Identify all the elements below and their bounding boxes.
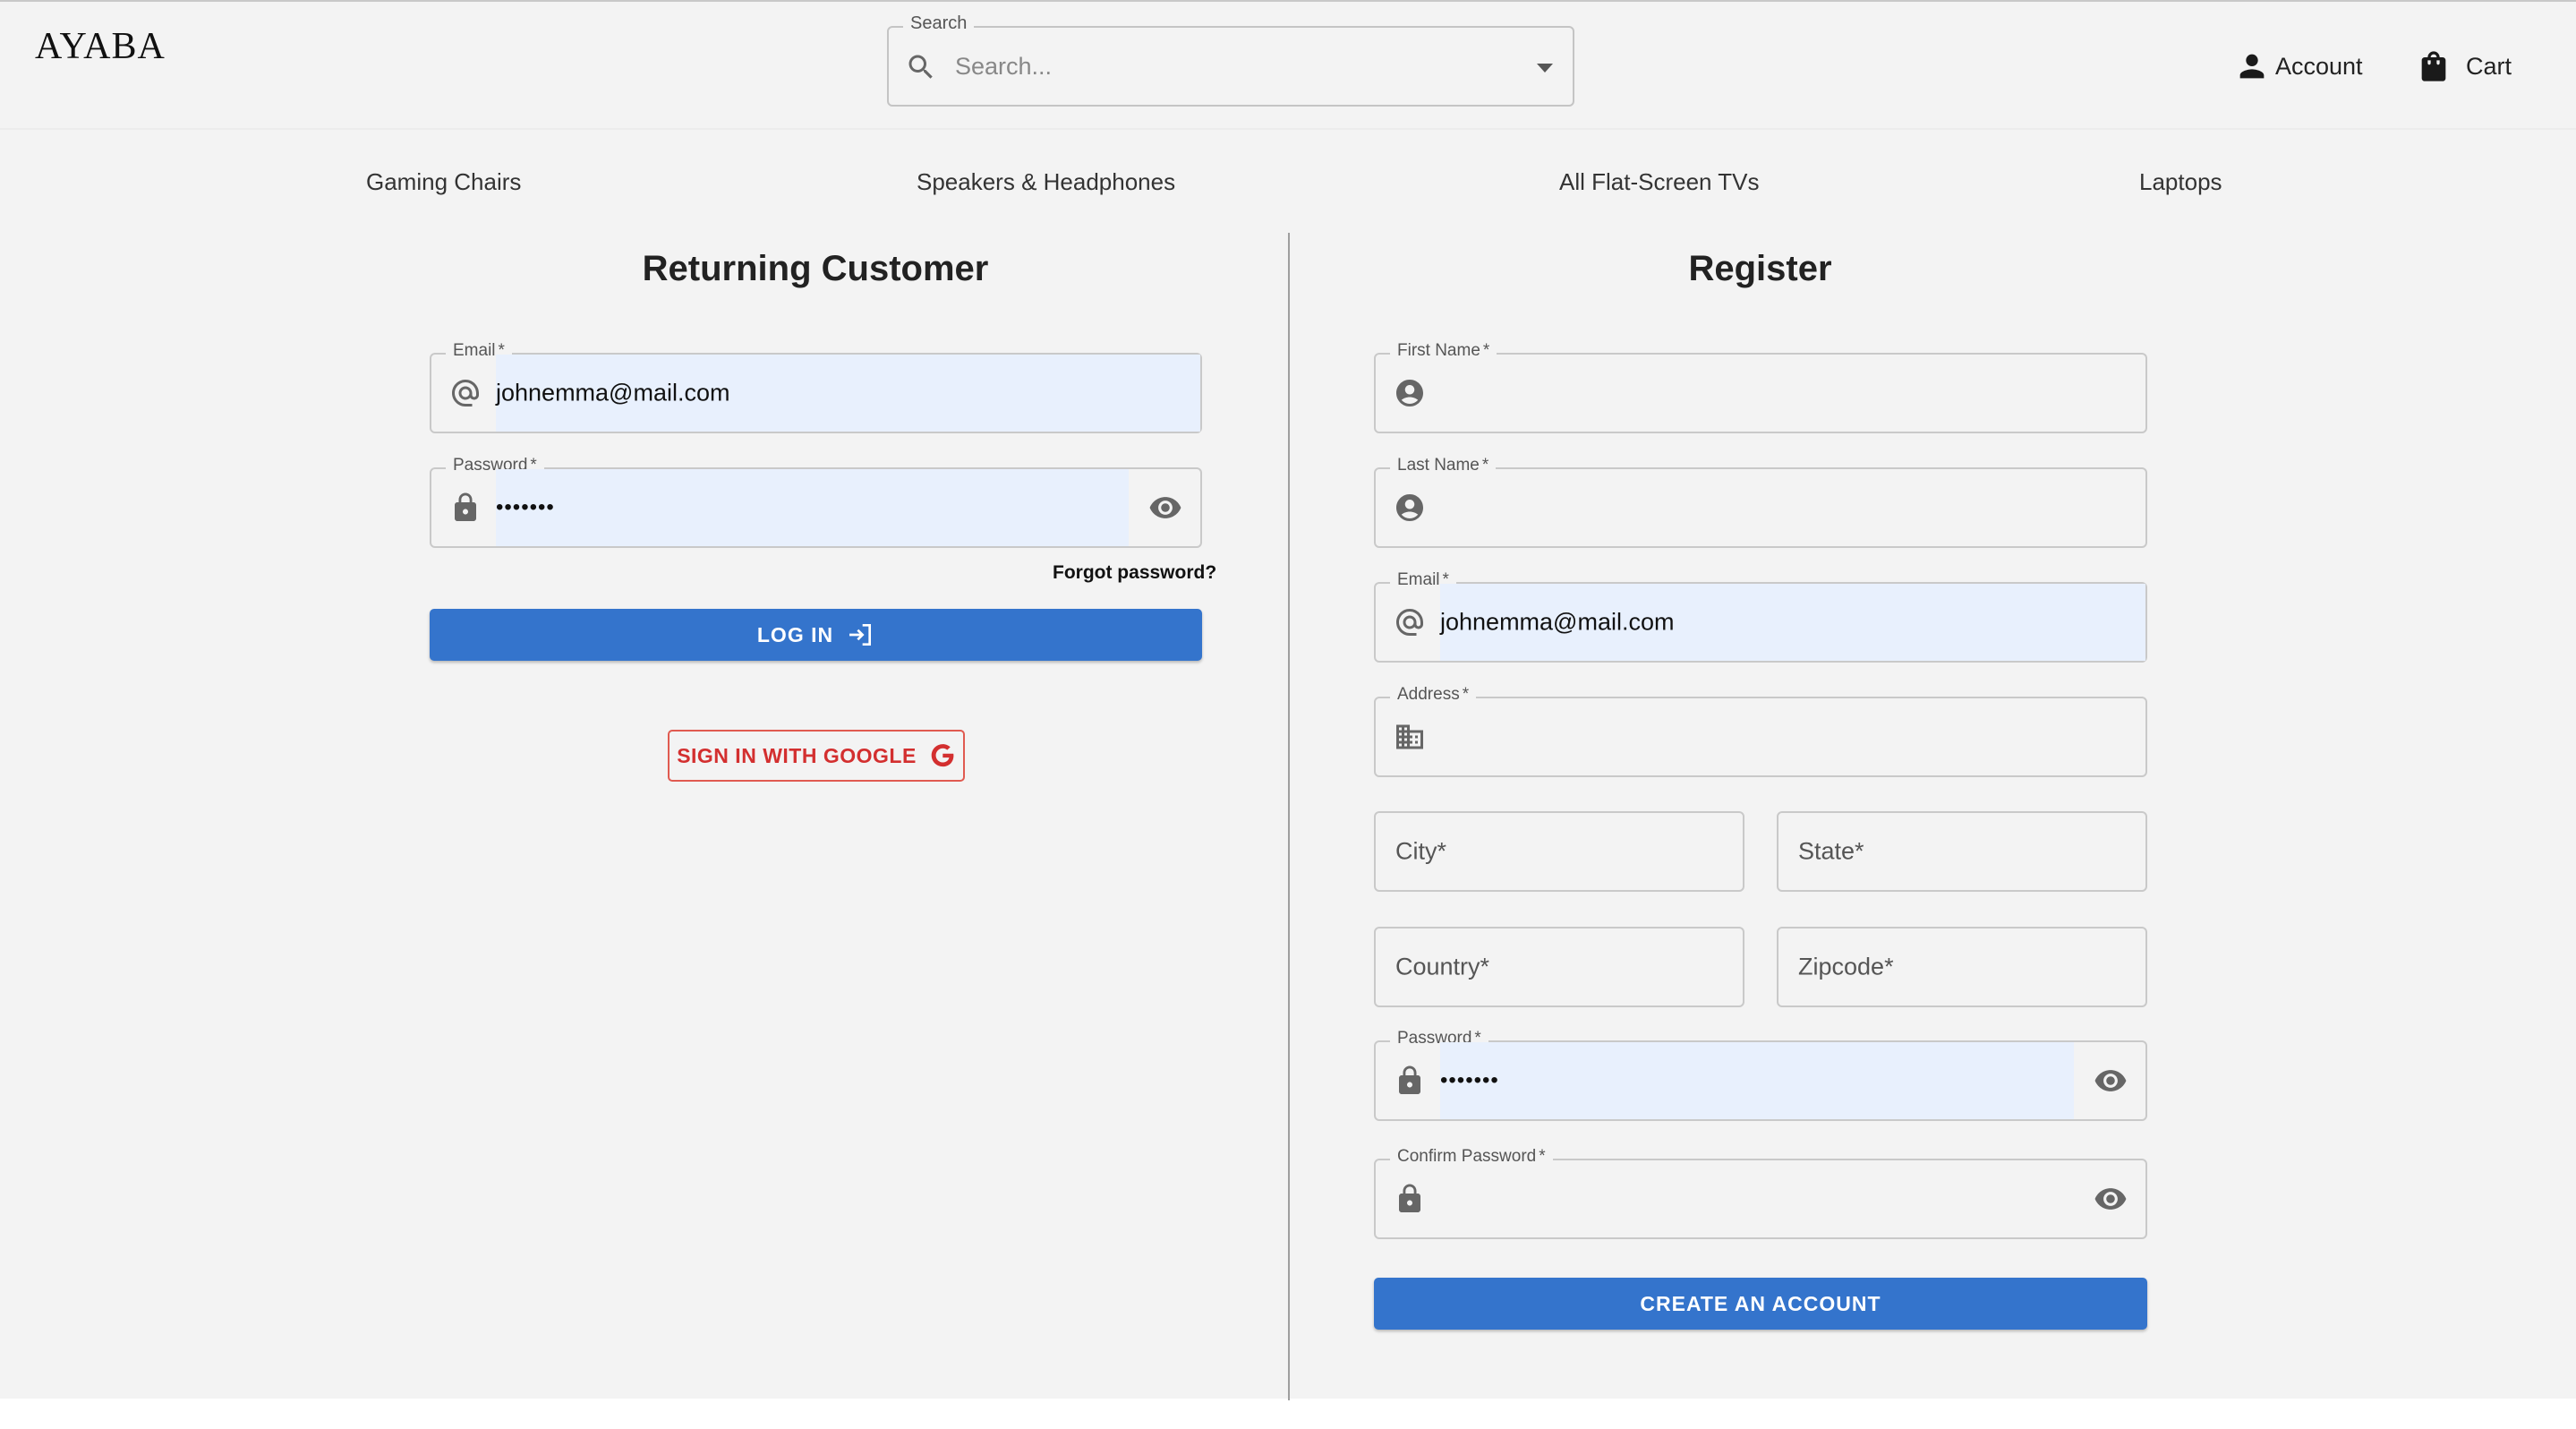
city-field[interactable]: City* xyxy=(1374,811,1744,892)
search-legend: Search xyxy=(903,13,975,34)
cart-label: Cart xyxy=(2466,52,2512,80)
zipcode-field[interactable]: Zipcode* xyxy=(1777,927,2147,1007)
create-account-button[interactable]: CREATE AN ACCOUNT xyxy=(1374,1278,2147,1330)
register-email-value: johnemma@mail.com xyxy=(1440,608,1675,636)
account-circle-icon xyxy=(1396,380,1423,406)
state-label: State* xyxy=(1798,837,1864,865)
confirm-password-label: Confirm Password * xyxy=(1390,1147,1553,1167)
page: AYABA Search Search... Account Cart Gami… xyxy=(0,0,2576,1400)
country-label: Country* xyxy=(1395,953,1490,980)
register-email-field[interactable]: Email * johnemma@mail.com xyxy=(1374,570,2147,663)
last-name-field[interactable]: Last Name * xyxy=(1374,456,2147,548)
nav-item-flat-screen-tvs[interactable]: All Flat-Screen TVs xyxy=(1559,168,1759,196)
cart-link[interactable]: Cart xyxy=(2416,48,2512,84)
shopping-bag-icon xyxy=(2421,51,2446,81)
nav-item-laptops[interactable]: Laptops xyxy=(2139,168,2222,196)
at-sign-icon xyxy=(452,380,479,406)
login-icon xyxy=(849,624,872,646)
chevron-down-icon[interactable] xyxy=(1537,64,1553,73)
confirm-password-field[interactable]: Confirm Password * xyxy=(1374,1147,2147,1239)
eye-icon[interactable] xyxy=(2094,1182,2128,1216)
address-field[interactable]: Address * xyxy=(1374,685,2147,777)
google-sign-in-label: SIGN IN WITH GOOGLE xyxy=(677,743,917,767)
search-select[interactable]: Search Search... xyxy=(887,13,1574,107)
country-field[interactable]: Country* xyxy=(1374,927,1744,1007)
lock-icon xyxy=(1399,1184,1420,1212)
search-icon xyxy=(908,55,933,79)
eye-icon[interactable] xyxy=(1148,491,1182,525)
logo[interactable]: AYABA xyxy=(35,25,166,68)
eye-icon[interactable] xyxy=(2094,1064,2128,1098)
create-account-label: CREATE AN ACCOUNT xyxy=(1640,1291,1881,1315)
autofill-background xyxy=(496,469,1129,546)
last-name-label: Last Name * xyxy=(1390,456,1497,475)
building-icon xyxy=(1396,724,1423,749)
at-sign-icon xyxy=(1396,609,1423,636)
login-password-field[interactable]: Password * ••••••• xyxy=(430,456,1202,548)
autofill-background xyxy=(1440,1042,2074,1119)
login-title: Returning Customer xyxy=(642,249,989,288)
login-button[interactable]: LOG IN xyxy=(430,609,1202,661)
nav-item-speakers-headphones[interactable]: Speakers & Headphones xyxy=(917,168,1175,196)
first-name-field[interactable]: First Name * xyxy=(1374,341,2147,433)
header-divider xyxy=(0,128,2576,130)
account-label: Account xyxy=(2275,52,2363,80)
forgot-password-link[interactable]: Forgot password? xyxy=(1053,562,1216,584)
first-name-label: First Name * xyxy=(1390,341,1497,361)
nav-item-gaming-chairs[interactable]: Gaming Chairs xyxy=(366,168,521,196)
column-divider xyxy=(1288,233,1290,1400)
register-password-field[interactable]: Password * ••••••• xyxy=(1374,1029,2147,1121)
address-label: Address * xyxy=(1390,685,1477,705)
account-circle-icon xyxy=(1396,494,1423,521)
city-label: City* xyxy=(1395,837,1447,865)
google-icon xyxy=(931,744,954,767)
search-placeholder: Search... xyxy=(955,53,1053,80)
lock-icon xyxy=(1399,1065,1420,1094)
google-sign-in-button[interactable]: SIGN IN WITH GOOGLE xyxy=(668,730,965,782)
account-link[interactable]: Account xyxy=(2234,48,2363,84)
login-email-field[interactable]: Email * johnemma@mail.com xyxy=(430,341,1202,433)
zipcode-label: Zipcode* xyxy=(1798,953,1894,980)
login-button-label: LOG IN xyxy=(756,622,834,646)
register-password-value: ••••••• xyxy=(1440,1068,1499,1092)
register-title: Register xyxy=(1688,249,1832,288)
login-password-value: ••••••• xyxy=(496,495,555,519)
person-icon xyxy=(2239,54,2265,79)
state-field[interactable]: State* xyxy=(1777,811,2147,892)
login-email-value: johnemma@mail.com xyxy=(496,379,730,406)
lock-icon xyxy=(455,492,476,521)
